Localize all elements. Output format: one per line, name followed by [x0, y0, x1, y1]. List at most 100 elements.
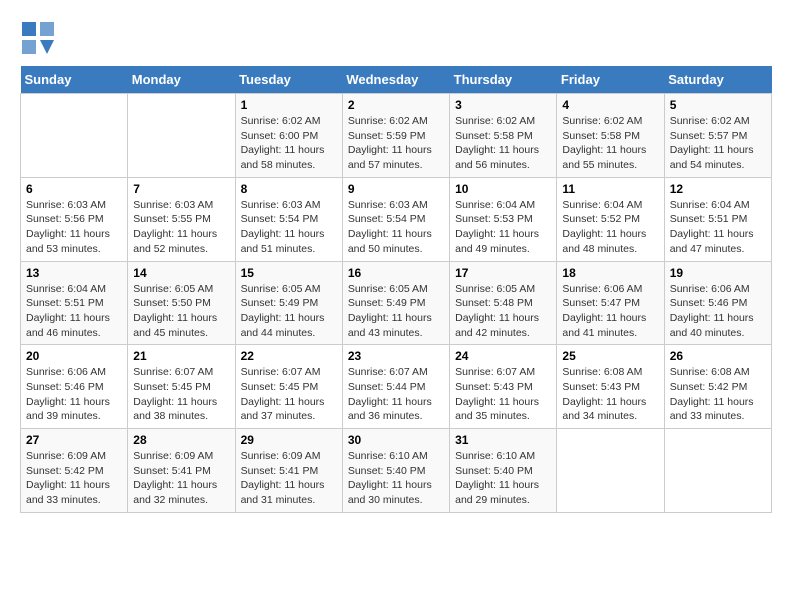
calendar-cell: [128, 94, 235, 178]
header-friday: Friday: [557, 66, 664, 94]
day-info: Sunrise: 6:02 AM Sunset: 5:59 PM Dayligh…: [348, 114, 444, 173]
day-number: 3: [455, 98, 551, 112]
day-number: 29: [241, 433, 337, 447]
day-number: 18: [562, 266, 658, 280]
day-number: 1: [241, 98, 337, 112]
day-info: Sunrise: 6:10 AM Sunset: 5:40 PM Dayligh…: [348, 449, 444, 508]
calendar-cell: [557, 429, 664, 513]
day-number: 8: [241, 182, 337, 196]
calendar-cell: 17Sunrise: 6:05 AM Sunset: 5:48 PM Dayli…: [450, 261, 557, 345]
day-info: Sunrise: 6:08 AM Sunset: 5:43 PM Dayligh…: [562, 365, 658, 424]
day-number: 11: [562, 182, 658, 196]
header-saturday: Saturday: [664, 66, 771, 94]
page-header: [20, 20, 772, 56]
logo-icon: [20, 20, 56, 56]
day-number: 26: [670, 349, 766, 363]
calendar-cell: 18 Sunrise: 6:06 AM Sunset: 5:47 PM Dayli…: [557, 261, 664, 345]
calendar-cell: 25 Sunrise: 6:08 AM Sunset: 5:43 PM Dayli…: [557, 345, 664, 429]
day-info: Sunrise: 6:02 AM Sunset: 5:58 PM Dayligh…: [455, 114, 551, 173]
day-number: 7: [133, 182, 229, 196]
day-info: Sunrise: 6:04 AM Sunset: 5:51 PM Dayligh…: [26, 282, 122, 341]
day-number: 4: [562, 98, 658, 112]
calendar-cell: 7 Sunrise: 6:03 AM Sunset: 5:55 PM Daylig…: [128, 177, 235, 261]
day-info: Sunrise: 6:03 AM Sunset: 5:54 PM Dayligh…: [348, 198, 444, 257]
calendar-cell: 26 Sunrise: 6:08 AM Sunset: 5:42 PM Dayli…: [664, 345, 771, 429]
calendar-cell: 11 Sunrise: 6:04 AM Sunset: 5:52 PM Dayli…: [557, 177, 664, 261]
calendar-cell: 31 Sunrise: 6:10 AM Sunset: 5:40 PM Dayli…: [450, 429, 557, 513]
day-number: 9: [348, 182, 444, 196]
header-sunday: Sunday: [21, 66, 128, 94]
logo: [20, 20, 56, 56]
day-number: 12: [670, 182, 766, 196]
calendar-cell: 10Sunrise: 6:04 AM Sunset: 5:53 PM Dayli…: [450, 177, 557, 261]
day-info: Sunrise: 6:05 AM Sunset: 5:50 PM Dayligh…: [133, 282, 229, 341]
calendar-cell: 8 Sunrise: 6:03 AM Sunset: 5:54 PM Daylig…: [235, 177, 342, 261]
day-number: 6: [26, 182, 122, 196]
calendar-cell: [664, 429, 771, 513]
calendar-cell: 23 Sunrise: 6:07 AM Sunset: 5:44 PM Dayli…: [342, 345, 449, 429]
day-info: Sunrise: 6:06 AM Sunset: 5:46 PM Dayligh…: [670, 282, 766, 341]
header-thursday: Thursday: [450, 66, 557, 94]
calendar-week-1: 1 Sunrise: 6:02 AM Sunset: 6:00 PM Daylig…: [21, 94, 772, 178]
calendar-cell: 27Sunrise: 6:09 AM Sunset: 5:42 PM Dayli…: [21, 429, 128, 513]
day-info: Sunrise: 6:04 AM Sunset: 5:51 PM Dayligh…: [670, 198, 766, 257]
day-number: 16: [348, 266, 444, 280]
calendar-cell: 3 Sunrise: 6:02 AM Sunset: 5:58 PM Daylig…: [450, 94, 557, 178]
day-number: 20: [26, 349, 122, 363]
calendar-cell: 13 Sunrise: 6:04 AM Sunset: 5:51 PM Dayli…: [21, 261, 128, 345]
day-info: Sunrise: 6:03 AM Sunset: 5:54 PM Dayligh…: [241, 198, 337, 257]
day-info: Sunrise: 6:08 AM Sunset: 5:42 PM Dayligh…: [670, 365, 766, 424]
calendar-week-2: 6 Sunrise: 6:03 AM Sunset: 5:56 PM Daylig…: [21, 177, 772, 261]
day-info: Sunrise: 6:03 AM Sunset: 5:56 PM Dayligh…: [26, 198, 122, 257]
day-info: Sunrise: 6:05 AM Sunset: 5:48 PM Dayligh…: [455, 282, 551, 341]
calendar-cell: 29 Sunrise: 6:09 AM Sunset: 5:41 PM Dayli…: [235, 429, 342, 513]
day-info: Sunrise: 6:06 AM Sunset: 5:46 PM Dayligh…: [26, 365, 122, 424]
calendar-table: SundayMondayTuesdayWednesdayThursdayFrid…: [20, 66, 772, 513]
day-info: Sunrise: 6:07 AM Sunset: 5:45 PM Dayligh…: [133, 365, 229, 424]
day-info: Sunrise: 6:07 AM Sunset: 5:45 PM Dayligh…: [241, 365, 337, 424]
day-info: Sunrise: 6:09 AM Sunset: 5:42 PM Dayligh…: [26, 449, 122, 508]
day-info: Sunrise: 6:10 AM Sunset: 5:40 PM Dayligh…: [455, 449, 551, 508]
day-info: Sunrise: 6:04 AM Sunset: 5:52 PM Dayligh…: [562, 198, 658, 257]
calendar-cell: 20 Sunrise: 6:06 AM Sunset: 5:46 PM Dayli…: [21, 345, 128, 429]
calendar-cell: 6 Sunrise: 6:03 AM Sunset: 5:56 PM Daylig…: [21, 177, 128, 261]
header-tuesday: Tuesday: [235, 66, 342, 94]
day-number: 24: [455, 349, 551, 363]
calendar-cell: 16Sunrise: 6:05 AM Sunset: 5:49 PM Dayli…: [342, 261, 449, 345]
calendar-cell: 2 Sunrise: 6:02 AM Sunset: 5:59 PM Daylig…: [342, 94, 449, 178]
day-info: Sunrise: 6:06 AM Sunset: 5:47 PM Dayligh…: [562, 282, 658, 341]
day-info: Sunrise: 6:02 AM Sunset: 6:00 PM Dayligh…: [241, 114, 337, 173]
day-info: Sunrise: 6:07 AM Sunset: 5:44 PM Dayligh…: [348, 365, 444, 424]
day-info: Sunrise: 6:09 AM Sunset: 5:41 PM Dayligh…: [241, 449, 337, 508]
calendar-cell: 9 Sunrise: 6:03 AM Sunset: 5:54 PM Daylig…: [342, 177, 449, 261]
calendar-cell: 4Sunrise: 6:02 AM Sunset: 5:58 PM Daylig…: [557, 94, 664, 178]
day-info: Sunrise: 6:02 AM Sunset: 5:57 PM Dayligh…: [670, 114, 766, 173]
calendar-cell: 5Sunrise: 6:02 AM Sunset: 5:57 PM Daylig…: [664, 94, 771, 178]
calendar-cell: 21 Sunrise: 6:07 AM Sunset: 5:45 PM Dayli…: [128, 345, 235, 429]
day-number: 21: [133, 349, 229, 363]
day-number: 31: [455, 433, 551, 447]
day-number: 28: [133, 433, 229, 447]
calendar-cell: 28Sunrise: 6:09 AM Sunset: 5:41 PM Dayli…: [128, 429, 235, 513]
calendar-cell: 30Sunrise: 6:10 AM Sunset: 5:40 PM Dayli…: [342, 429, 449, 513]
calendar-cell: 19 Sunrise: 6:06 AM Sunset: 5:46 PM Dayli…: [664, 261, 771, 345]
day-number: 2: [348, 98, 444, 112]
day-info: Sunrise: 6:04 AM Sunset: 5:53 PM Dayligh…: [455, 198, 551, 257]
calendar-cell: 14Sunrise: 6:05 AM Sunset: 5:50 PM Dayli…: [128, 261, 235, 345]
calendar-week-4: 20 Sunrise: 6:06 AM Sunset: 5:46 PM Dayli…: [21, 345, 772, 429]
calendar-week-5: 27Sunrise: 6:09 AM Sunset: 5:42 PM Dayli…: [21, 429, 772, 513]
calendar-cell: 22 Sunrise: 6:07 AM Sunset: 5:45 PM Dayli…: [235, 345, 342, 429]
day-info: Sunrise: 6:07 AM Sunset: 5:43 PM Dayligh…: [455, 365, 551, 424]
calendar-cell: 12 Sunrise: 6:04 AM Sunset: 5:51 PM Dayli…: [664, 177, 771, 261]
day-number: 22: [241, 349, 337, 363]
calendar-cell: 24 Sunrise: 6:07 AM Sunset: 5:43 PM Dayli…: [450, 345, 557, 429]
day-number: 23: [348, 349, 444, 363]
day-number: 15: [241, 266, 337, 280]
day-number: 25: [562, 349, 658, 363]
calendar-cell: 15Sunrise: 6:05 AM Sunset: 5:49 PM Dayli…: [235, 261, 342, 345]
header-monday: Monday: [128, 66, 235, 94]
day-info: Sunrise: 6:03 AM Sunset: 5:55 PM Dayligh…: [133, 198, 229, 257]
header-wednesday: Wednesday: [342, 66, 449, 94]
day-number: 13: [26, 266, 122, 280]
day-number: 19: [670, 266, 766, 280]
